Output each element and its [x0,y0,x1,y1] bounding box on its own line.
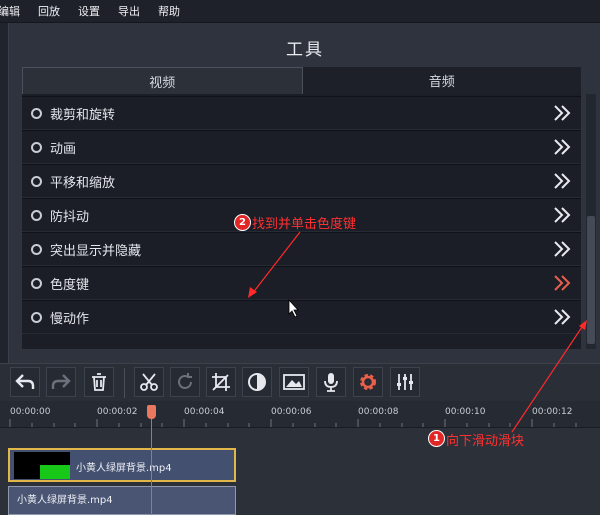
step-1-text: 向下滑动滑块 [446,434,525,449]
tab-video[interactable]: 视频 [22,67,303,94]
chroma-green-area [40,465,70,479]
color-adjust-button[interactable] [242,367,272,397]
time-ruler[interactable]: 00:00:00 00:00:02 00:00:04 00:00:06 00:0… [0,401,600,428]
menu-bar: 编辑 回放 设置 导出 帮助 [0,0,600,23]
radio-icon [31,243,42,255]
tool-item-label: 慢动作 [50,311,90,327]
tool-tabs: 视频 音频 [22,67,581,94]
tool-item-crop-rotate[interactable]: 裁剪和旋转 [22,96,581,130]
radio-icon [31,311,42,323]
double-chevron-right-icon [554,139,571,155]
crop-icon [212,373,230,391]
clip-properties-button[interactable] [353,367,383,397]
tool-item-highlight-conceal[interactable]: 突出显示并隐藏 [22,232,581,266]
double-chevron-right-icon [554,309,571,325]
rotate-button[interactable] [170,367,200,397]
step-2-text: 找到并单击色度键 [252,217,357,232]
radio-icon [31,175,42,187]
panel-title: 工具 [286,40,324,60]
toolbar-divider [124,368,125,398]
audio-properties-button[interactable] [390,367,420,397]
playhead-line [151,408,152,515]
clip-name: 小黄人绿屏背景.mp4 [76,463,172,474]
ruler-tick-label: 00:00:02 [97,407,138,417]
split-button[interactable] [134,367,164,397]
scrollbar-thumb[interactable] [587,216,595,344]
menu-help[interactable]: 帮助 [158,3,188,19]
undo-button[interactable] [10,367,40,397]
menu-export[interactable]: 导出 [118,3,148,19]
radio-icon [31,277,42,289]
equalizer-icon [397,374,413,390]
radio-icon [31,141,42,153]
double-chevron-right-icon [554,105,571,121]
tool-item-label: 平移和缩放 [50,175,116,191]
radio-icon [31,209,42,221]
scissors-icon [140,373,158,391]
menu-edit[interactable]: 编辑 [0,3,28,19]
step-2-badge: 2 [234,214,251,231]
rotate-icon [178,373,192,389]
video-clip[interactable]: 小黄人绿屏背景.mp4 [8,448,236,482]
gear-icon [360,374,376,390]
ruler-tick-label: 00:00:06 [271,407,312,417]
microphone-icon [324,373,338,392]
tab-audio[interactable]: 音频 [302,67,581,94]
double-chevron-right-icon [554,275,571,291]
redo-icon [51,374,71,389]
menu-settings[interactable]: 设置 [78,3,108,19]
tool-list-scrollbar[interactable] [586,94,596,349]
clip-thumbnail [14,452,70,479]
edit-toolbar [0,363,600,402]
color-adjust-icon [248,373,266,391]
ruler-tick-label: 00:00:04 [184,407,225,417]
record-voice-button[interactable] [316,367,346,397]
undo-icon [15,374,35,389]
clip-name: 小黄人绿屏背景.mp4 [17,495,113,506]
playhead-handle[interactable] [147,405,156,419]
tool-item-label: 突出显示并隐藏 [50,243,142,259]
tool-item-animation[interactable]: 动画 [22,130,581,164]
menu-playback[interactable]: 回放 [38,3,68,19]
double-chevron-right-icon [554,173,571,189]
ruler-tick-label: 00:00:00 [10,407,51,417]
ruler-tick-label: 00:00:10 [445,407,486,417]
radio-icon [31,107,42,119]
tool-item-label: 裁剪和旋转 [50,107,116,123]
ruler-tick-label: 00:00:12 [532,407,573,417]
image-icon [283,374,305,390]
trash-icon [92,373,106,391]
audio-clip[interactable]: 小黄人绿屏背景.mp4 [8,486,236,515]
tools-panel: 工具 视频 音频 裁剪和旋转 动画 平移和缩放 防抖动 突出显示并隐藏 色度键 … [8,23,600,363]
step-1-badge: 1 [428,430,445,447]
tool-item-label: 色度键 [50,277,90,293]
tool-item-slow-motion[interactable]: 慢动作 [22,300,581,334]
ruler-tick-label: 00:00:08 [358,407,399,417]
tool-item-chroma-key[interactable]: 色度键 [22,266,581,300]
tool-item-pan-zoom[interactable]: 平移和缩放 [22,164,581,198]
delete-button[interactable] [84,367,114,397]
tool-item-label: 防抖动 [50,209,90,225]
double-chevron-right-icon [554,241,571,257]
insert-image-button[interactable] [279,367,309,397]
tool-item-label: 动画 [50,141,77,157]
double-chevron-right-icon [554,207,571,223]
crop-button[interactable] [206,367,236,397]
redo-button[interactable] [46,367,76,397]
